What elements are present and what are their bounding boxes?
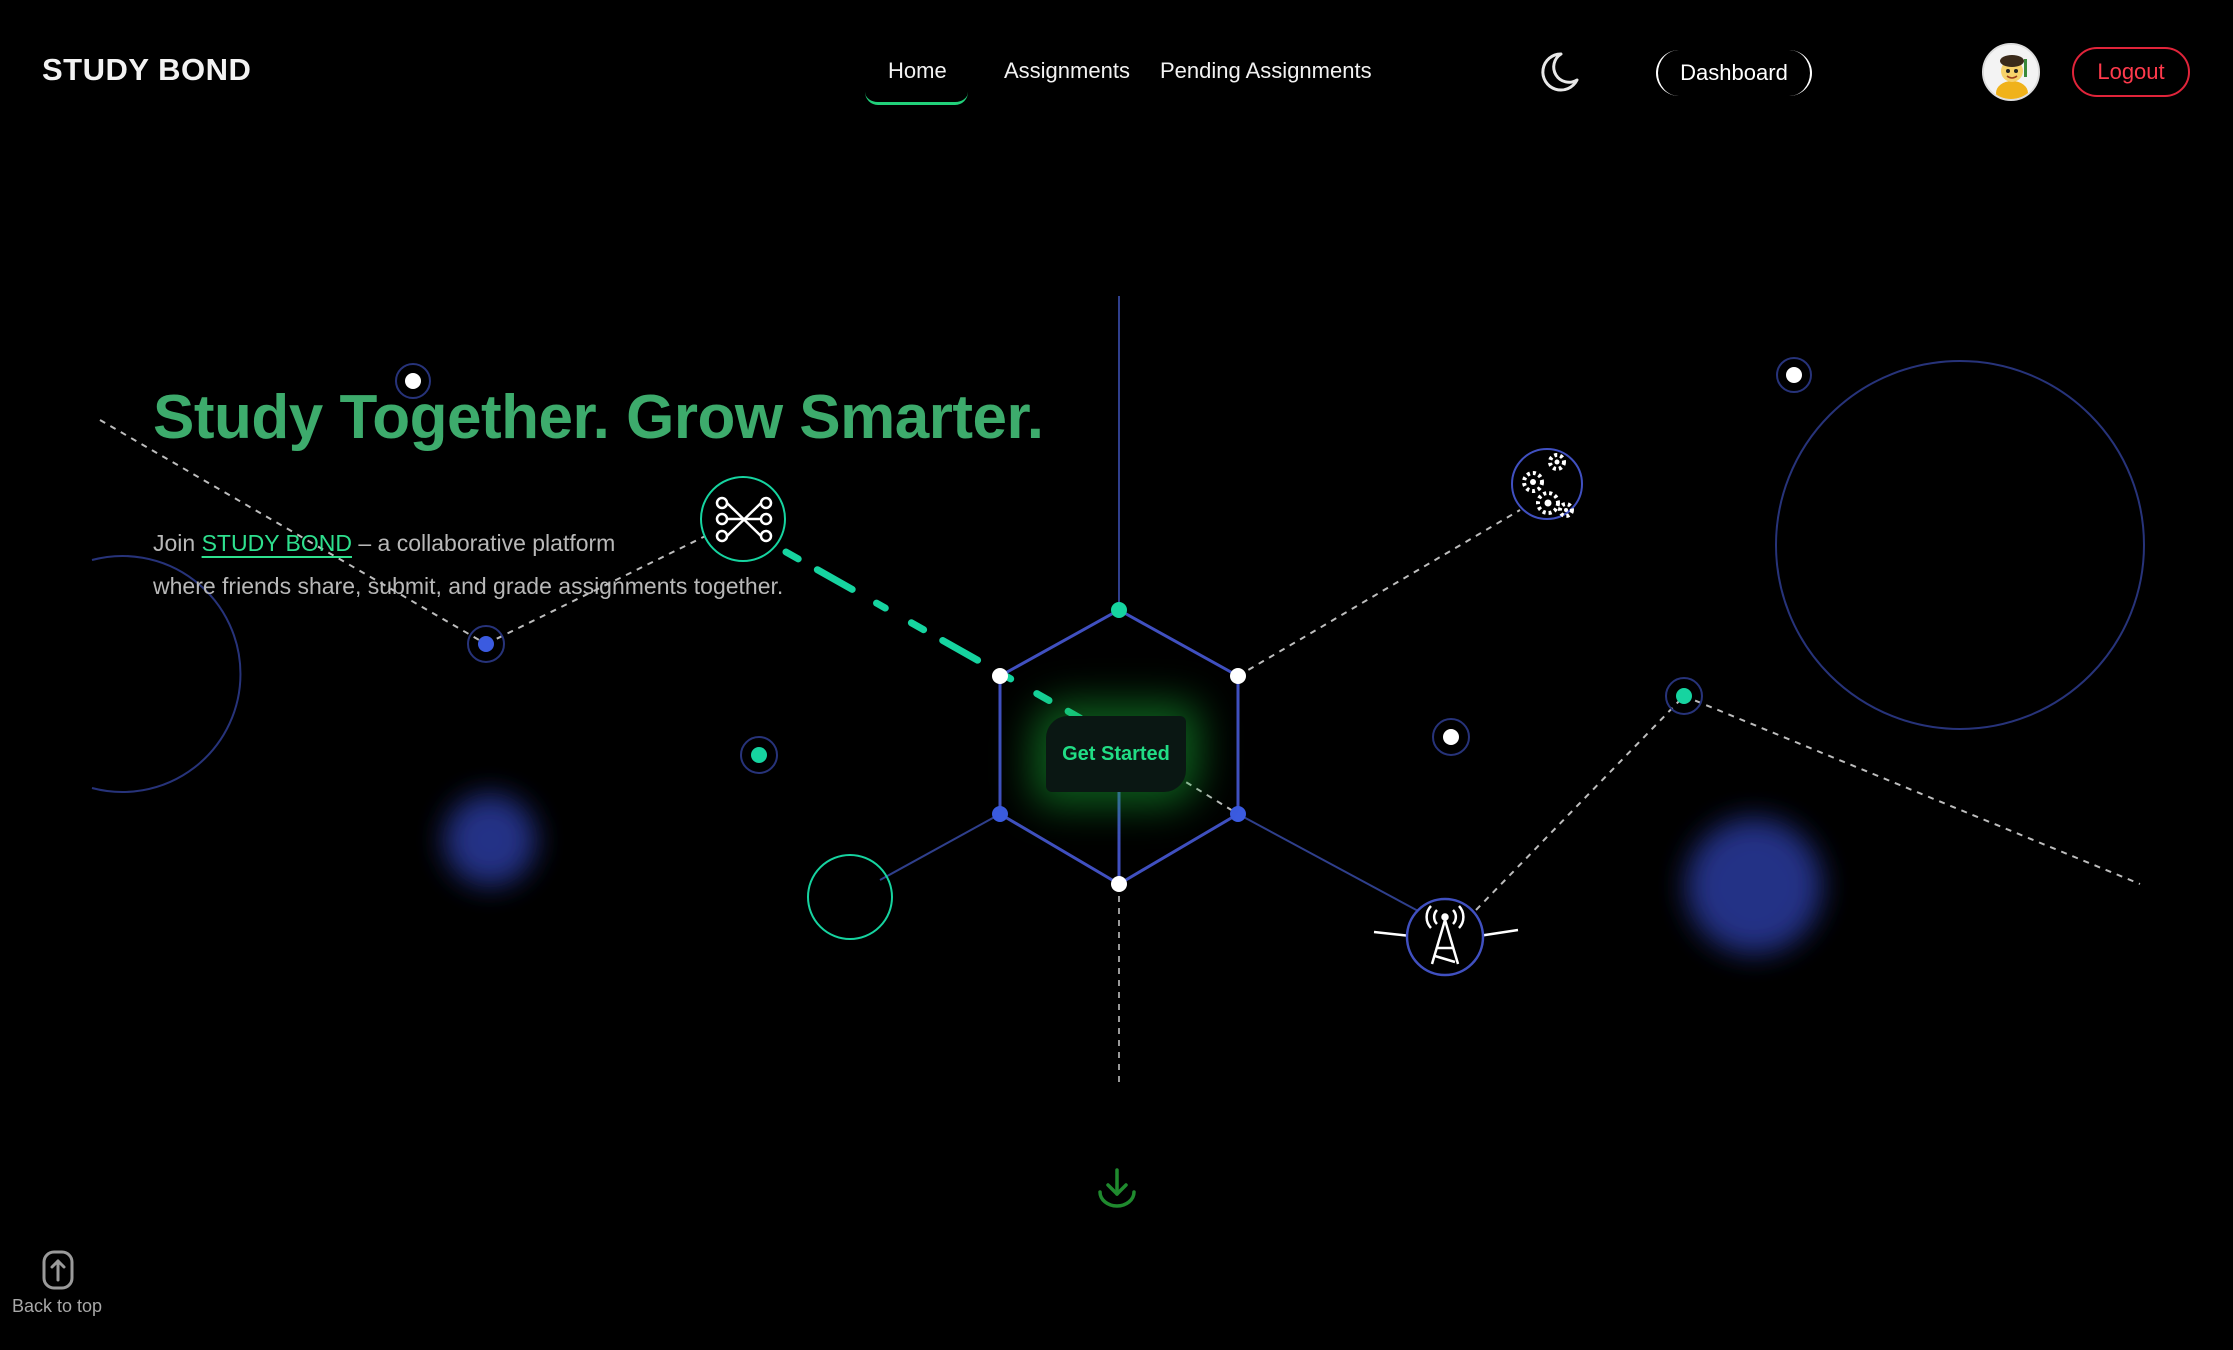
user-avatar[interactable]	[1982, 43, 2040, 101]
scroll-down-button[interactable]	[1096, 1166, 1138, 1210]
network-background	[91, 296, 2145, 1082]
top-navbar: STUDY BOND Home Assignments Pending Assi…	[0, 0, 2233, 148]
hero-desc-line2: where friends share, submit, and grade a…	[153, 573, 784, 599]
hero-brand-link[interactable]: STUDY BOND	[202, 530, 352, 556]
back-to-top-label: Back to top	[12, 1296, 103, 1316]
dashboard-button[interactable]: Dashboard	[1656, 50, 1812, 96]
arrow-down-icon	[1098, 1168, 1136, 1208]
hero-desc-prefix: Join	[153, 530, 202, 556]
nav-link-pending-assignments[interactable]: Pending Assignments	[1160, 58, 1372, 84]
arrow-up-icon	[42, 1250, 74, 1290]
glow-orb-right	[1686, 818, 1822, 954]
hero-description: Join STUDY BOND – a collaborative platfo…	[153, 522, 873, 608]
gears-icon	[1511, 448, 1583, 520]
site-brand[interactable]: STUDY BOND	[42, 52, 251, 88]
hero-title: Study Together. Grow Smarter.	[153, 383, 1044, 452]
get-started-button[interactable]: Get Started	[1046, 716, 1186, 792]
antenna-tower-icon	[1373, 897, 1519, 977]
theme-toggle-button[interactable]	[1537, 50, 1581, 94]
glow-orb-left	[444, 794, 536, 886]
nav-link-home[interactable]: Home	[888, 58, 947, 84]
nav-link-assignments[interactable]: Assignments	[1004, 58, 1130, 84]
moon-icon	[1541, 52, 1579, 92]
outline-circle-right	[1775, 360, 2145, 730]
back-to-top-button[interactable]: Back to top	[10, 1246, 110, 1316]
logout-button[interactable]: Logout	[2072, 47, 2190, 97]
active-nav-indicator	[865, 92, 968, 105]
hero-desc-suffix: – a collaborative platform	[351, 530, 616, 556]
avatar-icon	[1984, 45, 2038, 99]
